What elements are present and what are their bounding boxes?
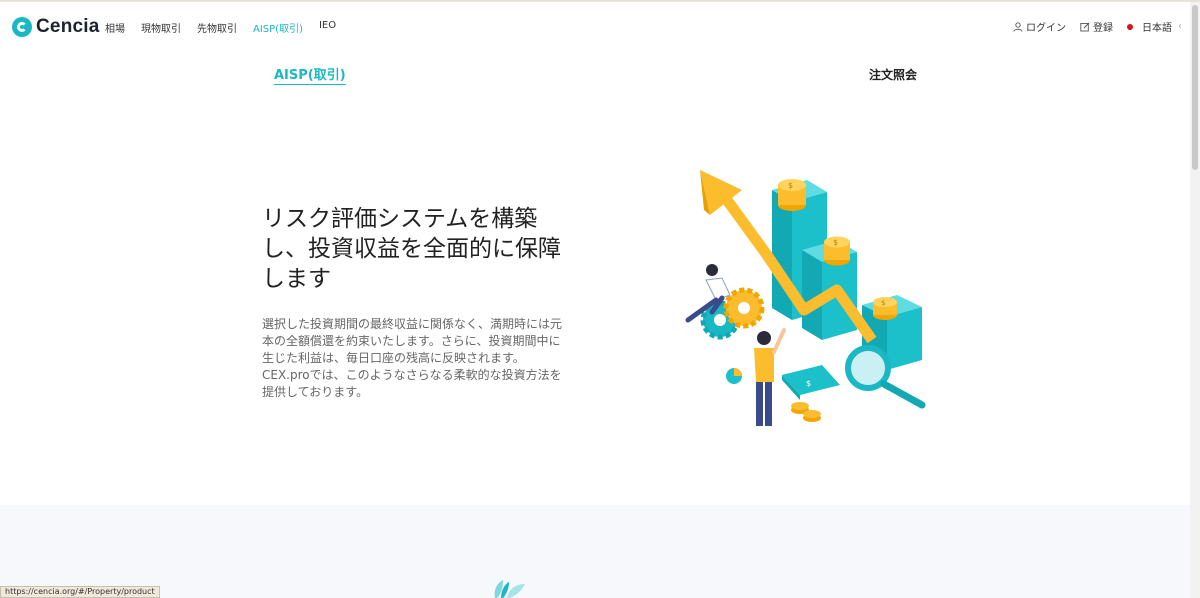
login-link[interactable]: ログイン [1013, 19, 1066, 34]
vertical-scrollbar[interactable] [1190, 2, 1200, 598]
svg-text:$: $ [788, 181, 793, 190]
cash-graphic: $ [782, 365, 840, 400]
chevron-left-icon: ‹ [1178, 21, 1182, 32]
svg-text:$: $ [833, 238, 838, 247]
leaf-decoration-icon [494, 580, 525, 598]
cencia-logo-icon [12, 17, 32, 37]
investment-growth-illustration: $ $ $ $ [685, 170, 926, 426]
bottom-section [0, 505, 1190, 598]
nav-item-spot[interactable]: 現物取引 [141, 20, 181, 35]
hero-description: 選択した投資期間の最終収益に関係なく、満期時には元本の全額償還を約束いたします。… [262, 317, 563, 399]
user-icon [1013, 21, 1023, 32]
hero-title: リスク評価システムを構築し、投資収益を全面的に保障します [262, 206, 561, 292]
nav-item-market[interactable]: 相場 [105, 20, 125, 35]
nav-item-futures[interactable]: 先物取引 [197, 20, 237, 35]
svg-text:$: $ [881, 299, 885, 307]
tab-aisp[interactable]: AISP(取引) [274, 64, 346, 85]
register-label: 登録 [1093, 23, 1113, 34]
logo[interactable]: Cencia [12, 16, 100, 38]
scrollbar-thumb[interactable] [1192, 5, 1198, 170]
register-link[interactable]: 登録 [1080, 19, 1113, 34]
svg-text:$: $ [806, 379, 811, 388]
status-bar-url: https://cencia.org/#/Property/product [0, 586, 160, 598]
edit-icon [1080, 22, 1090, 31]
nav-item-ieo[interactable]: IEO [319, 20, 336, 35]
top-header: Cencia 相場 現物取引 先物取引 AISP(取引) IEO ログイン 登録… [0, 2, 1190, 50]
tab-order-inquiry[interactable]: 注文照会 [869, 66, 917, 83]
language-label: 日本語 [1142, 23, 1172, 34]
language-selector[interactable]: 日本語 ‹ [1127, 19, 1182, 34]
nav-item-aisp[interactable]: AISP(取引) [253, 20, 303, 35]
account-nav: ログイン 登録 日本語 ‹ [999, 19, 1182, 34]
coin-pile [791, 402, 821, 422]
logo-text: Cencia [36, 16, 100, 37]
flag-dot-icon [1127, 23, 1133, 30]
person-standing [754, 328, 786, 426]
login-label: ログイン [1026, 23, 1066, 34]
pie-chart-graphic [726, 368, 742, 384]
main-nav: 相場 現物取引 先物取引 AISP(取引) IEO [105, 20, 352, 35]
